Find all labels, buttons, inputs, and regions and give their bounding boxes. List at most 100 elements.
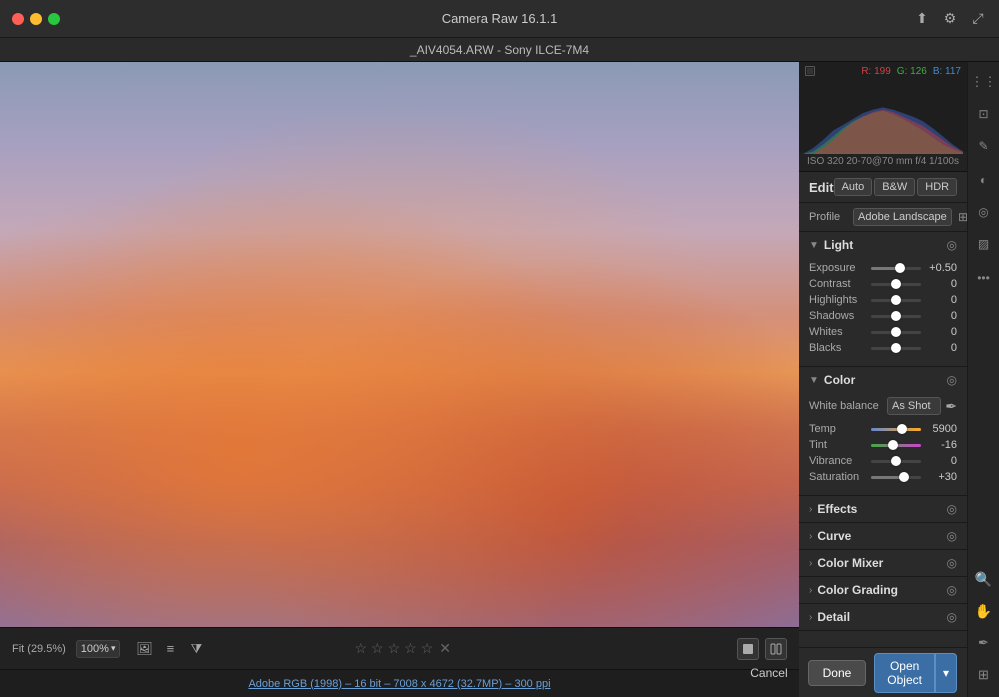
shadows-label: Shadows [809, 310, 865, 322]
detail-section-header[interactable]: › Detail ◎ [799, 604, 967, 630]
color-grading-eye-icon[interactable]: ◎ [947, 583, 957, 597]
list-icon[interactable]: ≡ [160, 639, 180, 659]
close-button[interactable] [12, 13, 24, 25]
histogram-chart [803, 84, 963, 154]
color-mixer-eye-icon[interactable]: ◎ [947, 556, 957, 570]
light-section: ▼ Light ◎ Exposure +0.50 [799, 232, 967, 367]
light-eye-icon[interactable]: ◎ [947, 238, 957, 252]
zoom-value: 100% [81, 643, 109, 655]
settings-icon[interactable]: ⚙ [941, 10, 959, 28]
light-section-header[interactable]: ▼ Light ◎ [799, 232, 967, 258]
wb-select[interactable]: As Shot [887, 397, 941, 415]
shadow-clip-indicator[interactable] [805, 66, 815, 76]
whites-slider[interactable] [871, 331, 921, 334]
delete-rating-icon[interactable]: ✕ [439, 640, 451, 657]
curve-section: › Curve ◎ [799, 523, 967, 550]
color-section-header[interactable]: ▼ Color ◎ [799, 367, 967, 393]
blacks-label: Blacks [809, 342, 865, 354]
temp-slider[interactable] [871, 428, 921, 431]
healing-icon[interactable]: ✎ [968, 132, 999, 160]
vibrance-label: Vibrance [809, 455, 865, 467]
grid-view-icon[interactable]: ⋮⋮ [968, 68, 999, 96]
compare-icon[interactable]: 🖼 [134, 639, 154, 659]
saturation-slider[interactable] [871, 476, 921, 479]
color-sliders: Temp 5900 Tint -16 [799, 419, 967, 495]
star-4[interactable]: ☆ [404, 640, 417, 657]
profile-select[interactable]: Adobe Landscape [853, 208, 952, 226]
color-mixer-section: › Color Mixer ◎ [799, 550, 967, 577]
highlights-value: 0 [927, 294, 957, 306]
edit-panel: Edit Auto B&W HDR Profile Adobe Landscap… [799, 172, 967, 647]
star-1[interactable]: ☆ [354, 640, 367, 657]
zoom-magnify-icon[interactable]: 🔍 [968, 565, 999, 593]
star-5[interactable]: ☆ [421, 640, 434, 657]
effects-section-header[interactable]: › Effects ◎ [799, 496, 967, 522]
image-info-text[interactable]: Adobe RGB (1998) – 16 bit – 7008 x 4672 … [248, 678, 550, 690]
open-object-button[interactable]: Open Object [874, 653, 935, 693]
single-view-button[interactable] [737, 638, 759, 660]
bottom-buttons: Cancel Done Open Object ▾ [799, 647, 967, 697]
star-3[interactable]: ☆ [388, 640, 401, 657]
zoom-chevron-icon: ▾ [111, 643, 116, 654]
whites-value: 0 [927, 326, 957, 338]
image-canvas[interactable] [0, 62, 799, 627]
profile-label: Profile [809, 211, 847, 223]
contrast-slider[interactable] [871, 283, 921, 286]
color-eye-icon[interactable]: ◎ [947, 373, 957, 387]
color-arrow-icon: ▼ [809, 375, 819, 386]
shadows-slider[interactable] [871, 315, 921, 318]
color-section: ▼ Color ◎ White balance As Shot ✒ [799, 367, 967, 496]
blacks-row: Blacks 0 [809, 342, 957, 354]
curve-eye-icon[interactable]: ◎ [947, 529, 957, 543]
detail-eye-icon[interactable]: ◎ [947, 610, 957, 624]
eye-icon[interactable]: ◎ [968, 198, 999, 226]
minimize-button[interactable] [30, 13, 42, 25]
effects-section: › Effects ◎ [799, 496, 967, 523]
highlights-slider[interactable] [871, 299, 921, 302]
bw-button[interactable]: B&W [874, 178, 915, 196]
vibrance-row: Vibrance 0 [809, 455, 957, 467]
sample-icon[interactable]: ✒ [968, 629, 999, 657]
effects-eye-icon[interactable]: ◎ [947, 502, 957, 516]
done-button[interactable]: Done [808, 660, 867, 686]
grid-icon[interactable]: ⊞ [968, 661, 999, 689]
view-toggle [737, 638, 787, 660]
mask-icon[interactable]: ◐ [968, 166, 999, 194]
toolbar-tools: 🖼 ≡ ⧩ [134, 639, 206, 659]
open-object-chevron[interactable]: ▾ [935, 653, 957, 693]
presets-icon[interactable]: ▨ [968, 230, 999, 258]
histogram-area: R: 199 G: 126 B: 117 [799, 62, 967, 152]
zoom-select[interactable]: 100% ▾ [76, 640, 121, 658]
highlights-row: Highlights 0 [809, 294, 957, 306]
crop-icon[interactable]: ⊡ [968, 100, 999, 128]
histogram-r: R: 199 [861, 66, 890, 77]
filter-icon[interactable]: ⧩ [186, 639, 206, 659]
tint-label: Tint [809, 439, 865, 451]
auto-button[interactable]: Auto [834, 178, 873, 196]
traffic-lights [12, 13, 60, 25]
maximize-button[interactable] [48, 13, 60, 25]
effects-arrow-icon: › [809, 504, 812, 515]
share-icon[interactable]: ⬆ [913, 10, 931, 28]
eyedropper-icon[interactable]: ✒ [945, 398, 957, 415]
color-grading-section-header[interactable]: › Color Grading ◎ [799, 577, 967, 603]
tint-slider[interactable] [871, 444, 921, 447]
exposure-slider[interactable] [871, 267, 921, 270]
more-icon[interactable]: ••• [968, 264, 999, 292]
cancel-button[interactable]: Cancel [738, 661, 799, 685]
vibrance-slider[interactable] [871, 460, 921, 463]
contrast-row: Contrast 0 [809, 278, 957, 290]
histogram-g: G: 126 [897, 66, 927, 77]
detail-arrow-icon: › [809, 612, 812, 623]
color-mixer-section-header[interactable]: › Color Mixer ◎ [799, 550, 967, 576]
hand-icon[interactable]: ✋ [968, 597, 999, 625]
profile-grid-icon[interactable]: ⊞ [958, 208, 967, 226]
image-panel: Fit (29.5%) 100% ▾ 🖼 ≡ ⧩ ☆ ☆ ☆ ☆ ☆ ✕ [0, 62, 799, 697]
split-view-button[interactable] [765, 638, 787, 660]
expand-icon[interactable]: ⤢ [969, 10, 987, 28]
blacks-slider[interactable] [871, 347, 921, 350]
hdr-button[interactable]: HDR [917, 178, 957, 196]
curve-section-header[interactable]: › Curve ◎ [799, 523, 967, 549]
star-2[interactable]: ☆ [371, 640, 384, 657]
color-mixer-section-title: Color Mixer [817, 556, 946, 570]
